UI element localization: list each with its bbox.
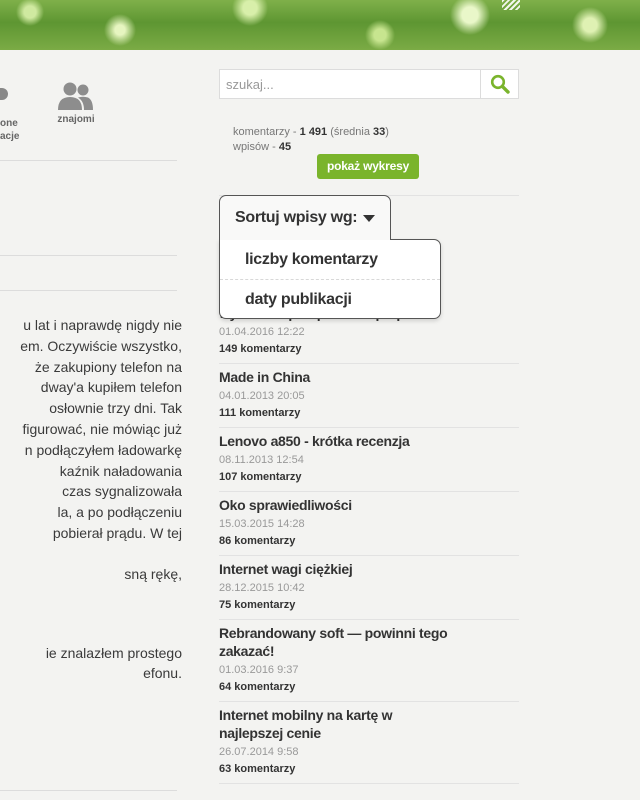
posts-stat: wpisów - 45: [233, 141, 292, 153]
post-comment-count: 75 komentarzy: [219, 599, 296, 611]
search-input[interactable]: [220, 70, 482, 98]
banner-decoration: [502, 0, 520, 10]
caret-down-icon: [363, 215, 375, 222]
show-charts-button[interactable]: pokaż wykresy: [317, 154, 419, 179]
divider: [0, 290, 177, 291]
partial-nav-icon: [0, 88, 8, 100]
post-date: 15.03.2015 14:28: [219, 518, 305, 530]
list-item[interactable]: Internet mobilny na kartę w najlepszej c…: [219, 702, 519, 784]
post-title[interactable]: Rebrandowany soft — powinni tego zakazać…: [219, 624, 449, 660]
nav-item-partial-label-2: acje: [0, 131, 20, 142]
header-banner: [0, 0, 640, 50]
posts-stat-label: wpisów: [233, 141, 270, 153]
article-line: em. Oczywiście wszystko,: [20, 337, 182, 354]
article-line: czas sygnalizowała: [62, 483, 182, 500]
post-comment-count: 111 komentarzy: [219, 407, 301, 419]
comments-stat: komentarzy - 1 491 (średnia 33): [233, 126, 389, 138]
post-date: 26.07.2014 9:58: [219, 746, 299, 758]
article-line: osłownie trzy dni. Tak: [49, 400, 182, 417]
sort-dropdown-label: Sortuj wpisy wg:: [235, 209, 358, 226]
nav-item-partial-label-1: one: [0, 118, 18, 129]
sort-dropdown-toggle[interactable]: Sortuj wpisy wg:: [219, 195, 391, 240]
sort-dropdown-menu: liczby komentarzy daty publikacji: [219, 239, 441, 319]
article-line: sną rękę,: [124, 565, 182, 582]
friends-icon: [55, 80, 97, 114]
sort-option-date[interactable]: daty publikacji: [220, 280, 440, 320]
nav-item-partial[interactable]: one acje: [0, 80, 19, 150]
post-date: 01.03.2016 9:37: [219, 664, 299, 676]
article-line: dway'a kupiłem telefon: [40, 379, 182, 396]
post-comment-count: 149 komentarzy: [219, 343, 302, 355]
article-line: figurować, nie mówiąc już: [22, 420, 182, 437]
list-item[interactable]: Oko sprawiedliwości 15.03.2015 14:28 86 …: [219, 492, 519, 556]
search-box: [219, 69, 519, 99]
post-date: 04.01.2013 20:05: [219, 390, 305, 402]
average-stat-label: średnia: [333, 126, 370, 138]
blog-stats: komentarzy - 1 491 (średnia 33) wpisów -…: [233, 125, 389, 155]
article-line: la, a po podłączeniu: [57, 504, 182, 521]
comments-stat-value: 1 491: [299, 126, 328, 138]
sort-option-comments[interactable]: liczby komentarzy: [220, 240, 440, 280]
post-title[interactable]: Oko sprawiedliwości: [219, 496, 519, 514]
list-item[interactable]: Lenovo a850 - krótka recenzja 08.11.2013…: [219, 428, 519, 492]
post-title[interactable]: Lenovo a850 - krótka recenzja: [219, 432, 519, 450]
article-text: u lat i naprawdę nigdy nie em. Oczywiści…: [0, 315, 182, 684]
comments-stat-label: komentarzy: [233, 126, 290, 138]
post-list: wyższości postpaid nad prepaid 01.04.201…: [219, 311, 519, 784]
list-item[interactable]: Rebrandowany soft — powinni tego zakazać…: [219, 620, 519, 702]
post-comment-count: 64 komentarzy: [219, 681, 296, 693]
post-comment-count: 107 komentarzy: [219, 471, 302, 483]
list-item[interactable]: Internet wagi ciężkiej 28.12.2015 10:42 …: [219, 556, 519, 620]
post-date: 01.04.2016 12:22: [219, 326, 305, 338]
search-button[interactable]: [480, 70, 518, 98]
average-stat-value: 33: [373, 126, 386, 138]
post-date: 28.12.2015 10:42: [219, 582, 305, 594]
post-title[interactable]: Internet mobilny na kartę w najlepszej c…: [219, 706, 459, 742]
search-icon: [490, 74, 510, 94]
article-line: n podłączyłem ładowarkę: [24, 441, 182, 458]
post-date: 08.11.2013 12:54: [219, 454, 304, 466]
post-comment-count: 86 komentarzy: [219, 535, 296, 547]
article-line: kaźnik naładowania: [59, 462, 182, 479]
article-line: ie znalazłem prostego: [45, 644, 182, 661]
list-item[interactable]: Made in China 04.01.2013 20:05 111 komen…: [219, 364, 519, 428]
divider: [0, 255, 177, 256]
post-comment-count: 63 komentarzy: [219, 763, 296, 775]
article-line: efonu.: [143, 665, 182, 682]
post-title[interactable]: Made in China: [219, 368, 519, 386]
article-line: że zakupiony telefon na: [34, 358, 182, 375]
divider: [0, 160, 177, 161]
divider: [0, 790, 177, 791]
post-title[interactable]: Internet wagi ciężkiej: [219, 560, 519, 578]
article-line: pobierał prądu. W tej: [52, 524, 182, 541]
nav-item-friends-label: znajomi: [57, 114, 95, 125]
nav-item-friends[interactable]: znajomi: [55, 80, 97, 125]
article-line: u lat i naprawdę nigdy nie: [23, 317, 182, 333]
posts-stat-value: 45: [278, 141, 292, 153]
